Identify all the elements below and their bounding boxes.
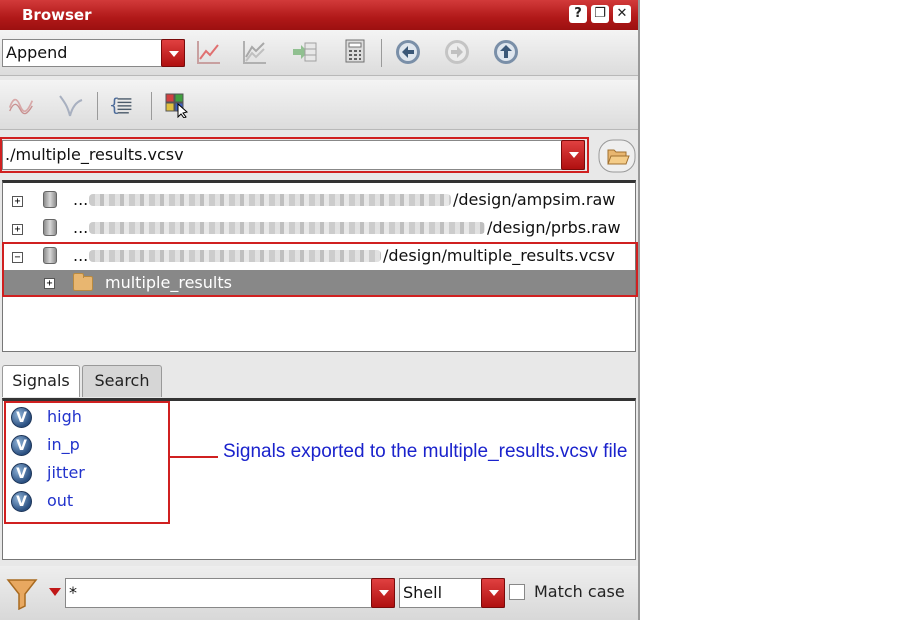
toolbar-top: Append xyxy=(0,30,638,76)
toolbar-separator xyxy=(381,39,382,67)
toolbar-second: { xyxy=(0,80,638,130)
script-icon[interactable]: { xyxy=(108,92,134,118)
open-folder-button[interactable] xyxy=(598,139,636,173)
annotation-leader-line xyxy=(170,456,218,458)
append-mode-combo[interactable]: Append xyxy=(2,39,185,67)
tree-item-label: /design/ampsim.raw xyxy=(453,190,616,209)
help-button[interactable]: ? xyxy=(569,5,587,23)
tree-item-prefix: ... xyxy=(73,190,89,209)
window-border xyxy=(638,0,640,620)
plot-icon[interactable] xyxy=(196,39,222,65)
signals-highlight-box xyxy=(4,401,170,524)
tree-item-label: /design/prbs.raw xyxy=(487,218,621,237)
annotation-text: Signals exported to the multiple_results… xyxy=(223,441,628,462)
up-icon[interactable] xyxy=(493,39,519,65)
expand-icon[interactable]: + xyxy=(12,196,23,207)
redacted-path xyxy=(89,222,485,234)
tree-item-ampsim[interactable]: + ... /design/ampsim.raw xyxy=(3,187,635,213)
select-colors-icon[interactable] xyxy=(164,92,190,118)
match-case-label: Match case xyxy=(534,582,625,601)
restore-button[interactable]: ❐ xyxy=(591,5,609,23)
chevron-down-icon[interactable] xyxy=(161,39,185,67)
tree-highlight-box xyxy=(2,242,638,297)
tree-item-prefix: ... xyxy=(73,218,89,237)
waveform-icon[interactable] xyxy=(8,92,34,118)
filter-mode-combo[interactable]: Shell xyxy=(399,578,505,608)
close-button[interactable]: ✕ xyxy=(613,5,631,23)
filter-mode-value: Shell xyxy=(403,583,443,602)
calculator-icon[interactable] xyxy=(342,38,368,64)
browser-window: Browser ? ❐ ✕ Append {./multiple_result… xyxy=(0,0,640,620)
back-icon[interactable] xyxy=(395,39,421,65)
toolbar-separator xyxy=(151,92,152,120)
redacted-path xyxy=(89,194,451,206)
plot-family-icon[interactable] xyxy=(242,39,268,65)
path-highlight-box xyxy=(0,137,589,173)
filter-input-value: * xyxy=(69,583,77,602)
append-mode-value: Append xyxy=(6,43,68,62)
filter-icon[interactable] xyxy=(6,576,38,610)
table-export-icon[interactable] xyxy=(291,39,317,65)
database-icon xyxy=(43,191,57,208)
database-icon xyxy=(43,219,57,236)
expand-icon[interactable]: + xyxy=(12,224,23,235)
window-title: Browser xyxy=(22,6,92,24)
match-case-checkbox[interactable] xyxy=(509,584,525,600)
tab-search[interactable]: Search xyxy=(82,365,162,397)
chevron-down-icon[interactable] xyxy=(481,578,505,608)
tab-signals[interactable]: Signals xyxy=(2,365,80,397)
tree-item-prbs[interactable]: + ... /design/prbs.raw xyxy=(3,215,635,241)
filter-input[interactable]: * xyxy=(65,578,395,608)
chevron-down-icon[interactable] xyxy=(48,586,62,598)
chevron-down-icon[interactable] xyxy=(371,578,395,608)
forward-icon[interactable] xyxy=(444,39,470,65)
filter-bar: * Shell Match case xyxy=(0,566,638,620)
toolbar-separator xyxy=(97,92,98,120)
title-bar: Browser ? ❐ ✕ xyxy=(0,0,638,30)
waveform-sweep-icon[interactable] xyxy=(58,92,84,118)
